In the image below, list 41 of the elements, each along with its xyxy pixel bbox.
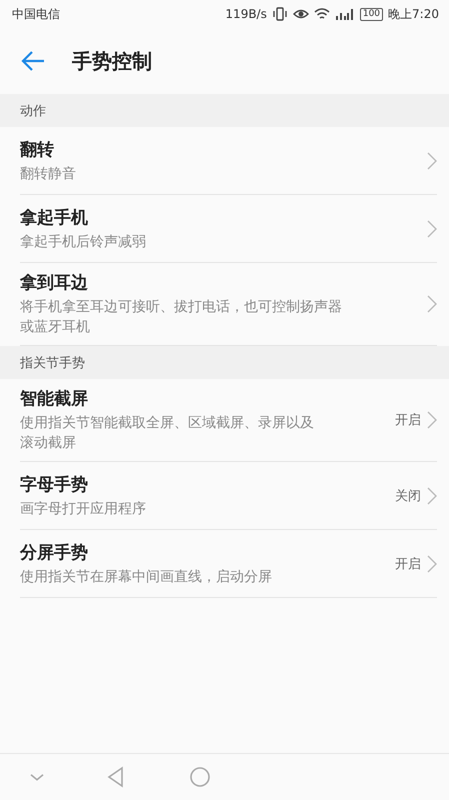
setting-title: 智能截屏 — [20, 388, 89, 410]
section-header: 动作 — [20, 102, 46, 120]
battery-indicator: 100 — [360, 8, 384, 20]
chevron-right-icon — [427, 220, 437, 238]
setting-title: 字母手势 — [20, 474, 89, 496]
eye-icon — [292, 7, 309, 21]
signal-icon — [334, 7, 355, 21]
page-title: 手势控制 — [72, 48, 152, 74]
setting-description: 画字母打开应用程序 — [20, 500, 147, 518]
setting-row[interactable]: 字母手势 画字母打开应用程序 关闭 — [20, 462, 437, 530]
setting-row[interactable]: 拿起手机 拿起手机后铃声减弱 — [20, 195, 437, 263]
chevron-right-icon — [427, 152, 437, 170]
back-button[interactable] — [20, 50, 46, 72]
setting-title: 拿到耳边 — [20, 272, 89, 294]
setting-title: 分屏手势 — [20, 542, 89, 564]
setting-description: 翻转静音 — [20, 164, 77, 184]
setting-status: 关闭 — [395, 488, 421, 504]
setting-title: 拿起手机 — [20, 206, 89, 228]
setting-description: 使用指关节在屏幕中间画直线，启动分屏 — [20, 568, 273, 586]
back-arrow-icon — [20, 50, 46, 72]
chevron-right-icon — [427, 411, 437, 429]
setting-description: 使用指关节智能截取全屏、区域截屏、录屏以及滚动截屏 — [20, 414, 315, 453]
setting-row[interactable]: 智能截屏 使用指关节智能截取全屏、区域截屏、录屏以及滚动截屏 开启 — [20, 379, 437, 462]
vibrate-icon — [272, 7, 288, 21]
chevron-right-icon — [427, 295, 437, 313]
setting-row[interactable]: 翻转 翻转静音 — [20, 127, 437, 195]
wifi-icon — [314, 7, 330, 21]
carrier-name: 中国电信 — [12, 6, 61, 22]
setting-row[interactable]: 分屏手势 使用指关节在屏幕中间画直线，启动分屏 开启 — [20, 530, 437, 598]
network-speed: 119B/s — [225, 7, 267, 21]
setting-status: 开启 — [395, 556, 421, 572]
section-header: 指关节手势 — [20, 354, 85, 372]
clock-time: 晚上7:20 — [388, 6, 439, 22]
setting-description: 将手机拿至耳边可接听、拔打电话，也可控制扬声器或蓝牙耳机 — [20, 298, 343, 337]
setting-title: 翻转 — [20, 138, 55, 160]
chevron-right-icon — [427, 554, 437, 572]
circle-home-icon — [188, 765, 212, 789]
setting-status: 开启 — [395, 412, 421, 429]
chevron-down-icon — [30, 774, 44, 780]
setting-description: 拿起手机后铃声减弱 — [20, 232, 147, 252]
chevron-right-icon — [427, 486, 437, 504]
